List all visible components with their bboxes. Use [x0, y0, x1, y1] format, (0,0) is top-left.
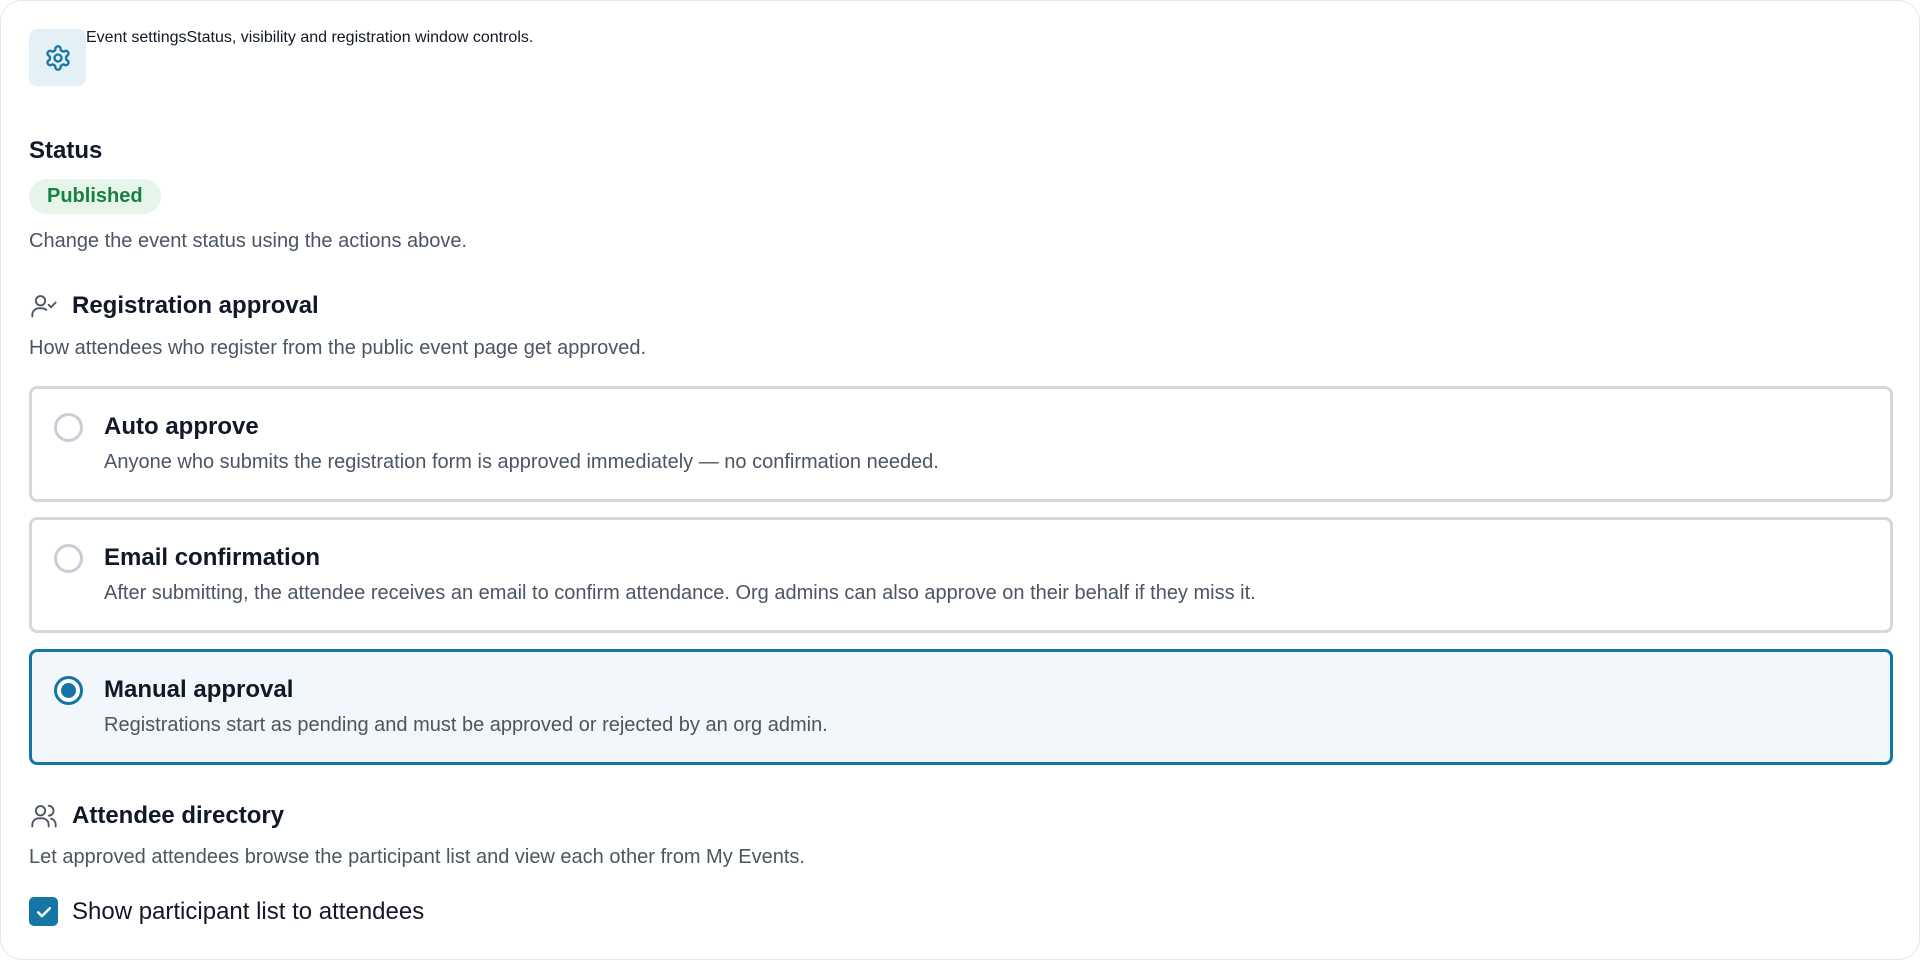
registration-approval-label: Registration approval: [72, 292, 319, 319]
event-settings-card: Event settings Status, visibility and re…: [0, 0, 1920, 960]
option-description: Registrations start as pending and must …: [104, 714, 828, 736]
attendee-directory-label: Attendee directory: [72, 802, 285, 829]
radio-manual-approval[interactable]: [54, 676, 83, 705]
option-title: Email confirmation: [104, 544, 321, 571]
approval-option-email[interactable]: Email confirmation After submitting, the…: [29, 517, 1893, 633]
approval-option-auto[interactable]: Auto approve Anyone who submits the regi…: [29, 386, 1893, 502]
page-subtitle: Status, visibility and registration wind…: [186, 29, 534, 46]
show-participant-list-label: Show participant list to attendees: [72, 897, 425, 925]
status-label: Status: [29, 137, 103, 164]
user-check-icon: [29, 291, 59, 321]
show-participant-list-row[interactable]: Show participant list to attendees: [29, 897, 424, 926]
settings-header: Event settings Status, visibility and re…: [29, 29, 533, 86]
registration-approval-heading: Registration approval: [29, 291, 319, 321]
option-title: Manual approval: [104, 676, 294, 703]
option-description: After submitting, the attendee receives …: [104, 582, 1256, 604]
show-participant-list-checkbox[interactable]: [29, 897, 58, 926]
approval-option-manual[interactable]: Manual approval Registrations start as p…: [29, 649, 1893, 765]
users-icon: [29, 801, 59, 831]
radio-auto-approve[interactable]: [54, 413, 83, 442]
attendee-directory-heading: Attendee directory: [29, 801, 284, 831]
status-badge: Published: [29, 179, 161, 214]
radio-email-confirmation[interactable]: [54, 544, 83, 573]
option-title: Auto approve: [104, 413, 259, 440]
registration-hint: How attendees who register from the publ…: [29, 337, 647, 359]
gear-icon: [29, 29, 86, 86]
checkmark-icon: [36, 906, 51, 917]
page-title: Event settings: [86, 29, 187, 46]
status-hint: Change the event status using the action…: [29, 230, 468, 252]
directory-hint: Let approved attendees browse the partic…: [29, 846, 805, 868]
option-description: Anyone who submits the registration form…: [104, 451, 939, 473]
